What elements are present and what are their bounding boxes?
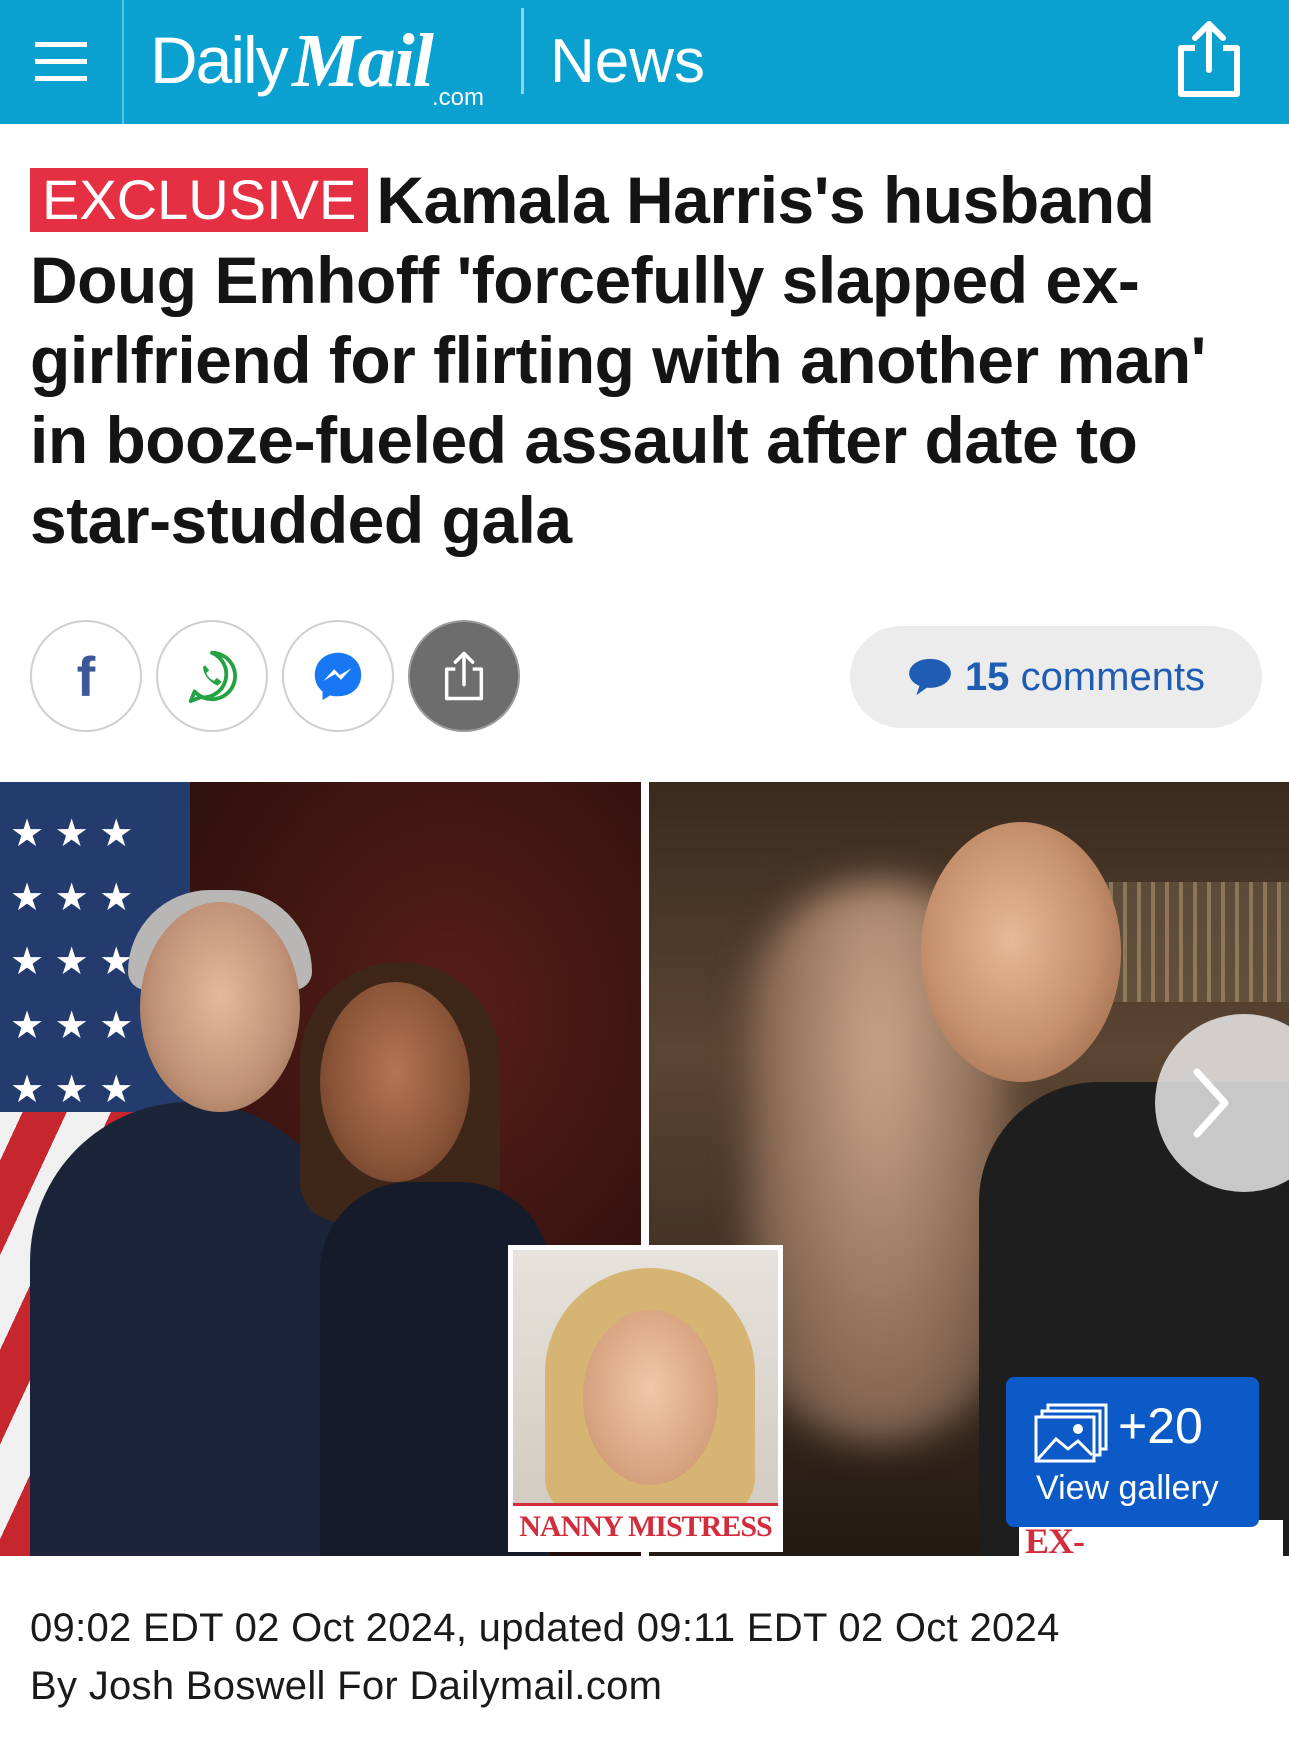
menu-button[interactable]	[0, 0, 124, 124]
logo-daily: Daily	[150, 23, 289, 97]
exclusive-badge: EXCLUSIVE	[30, 168, 369, 232]
chevron-right-icon	[1193, 1068, 1229, 1138]
inset-caption-text: NANNY MISTRESS	[519, 1509, 772, 1543]
comment-bubble-icon	[909, 658, 951, 696]
gallery-count: +20	[1118, 1398, 1203, 1454]
header-divider	[521, 8, 524, 94]
comments-button[interactable]: 15 comments	[850, 626, 1262, 728]
site-logo[interactable]: Daily Mail .com	[150, 16, 490, 111]
view-gallery-button[interactable]: +20 View gallery	[1006, 1377, 1259, 1527]
facebook-icon: f	[76, 644, 96, 708]
facebook-share-button[interactable]: f	[30, 620, 142, 732]
whatsapp-icon	[188, 650, 238, 704]
man-face	[921, 822, 1121, 1082]
article-timestamp: 09:02 EDT 02 Oct 2024, updated 09:11 EDT…	[30, 1606, 1060, 1650]
share-bar: f 15 comments	[30, 620, 1262, 734]
article-byline[interactable]: By Josh Boswell For Dailymail.com	[30, 1664, 662, 1709]
logo-com: .com	[431, 84, 484, 111]
share-icon	[444, 651, 484, 701]
inset-photo: NANNY MISTRESS	[508, 1245, 783, 1552]
messenger-share-button[interactable]	[282, 620, 394, 732]
gallery-icon	[1034, 1403, 1108, 1463]
gallery-label: View gallery	[1036, 1469, 1219, 1507]
comments-count: 15	[964, 654, 1010, 699]
messenger-icon	[314, 652, 362, 701]
top-navigation-bar: Daily Mail .com News	[0, 0, 1289, 124]
comments-word: comments	[1020, 654, 1206, 699]
logo-mail: Mail	[292, 19, 434, 103]
hero-image-carousel[interactable]: ★ ★ ★ ★ ★ ★ ★ ★ ★ ★ ★ ★ ★ ★ ★ NANNY MISTRESS…	[0, 782, 1289, 1556]
inset-face	[583, 1310, 718, 1485]
inset-caption: NANNY MISTRESS	[513, 1503, 778, 1547]
native-share-button[interactable]	[408, 620, 520, 732]
whatsapp-share-button[interactable]	[156, 620, 268, 732]
comments-label: 15 comments	[965, 655, 1205, 700]
share-icon	[1178, 21, 1240, 97]
header-share-button[interactable]	[1171, 18, 1247, 98]
section-label[interactable]: News	[550, 26, 705, 97]
person2-face	[320, 982, 470, 1182]
article-headline: EXCLUSIVE Kamala Harris's husband Doug Em…	[30, 160, 1260, 560]
hamburger-menu-icon	[35, 42, 87, 81]
person-face	[140, 902, 300, 1112]
